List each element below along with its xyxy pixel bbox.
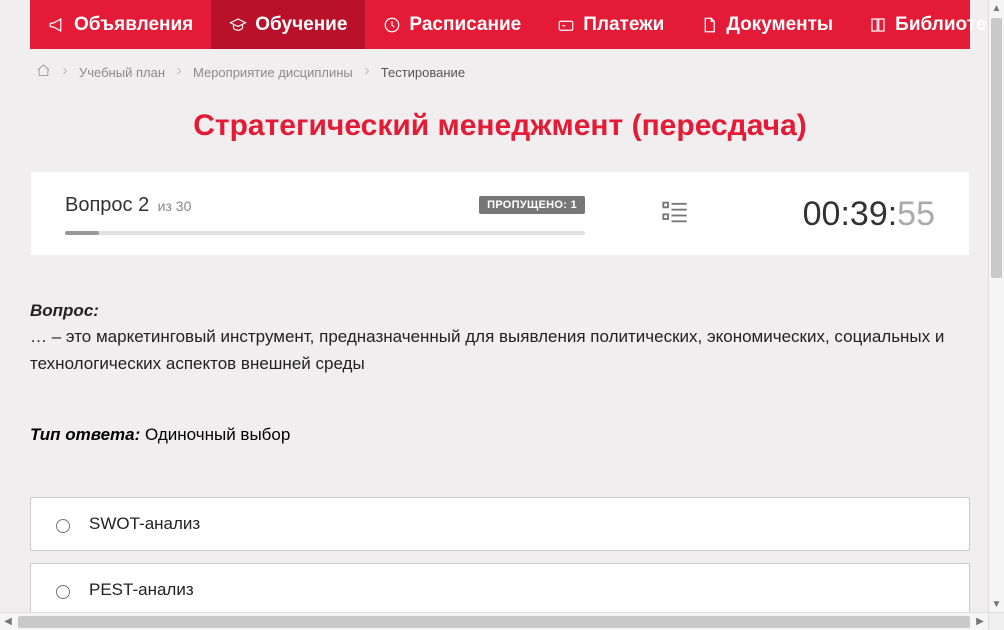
nav-item-payments[interactable]: Платежи <box>539 0 682 49</box>
progress-fill <box>65 231 99 235</box>
scrollbar-corner <box>988 612 1004 630</box>
scroll-down-arrow[interactable]: ▼ <box>989 596 1004 612</box>
skipped-badge: ПРОПУЩЕНО: 1 <box>479 196 585 214</box>
main-nav: Объявления Обучение Расписание Платежи <box>30 0 970 49</box>
clock-icon <box>383 16 401 34</box>
breadcrumb-current: Тестирование <box>381 65 465 80</box>
library-icon <box>869 16 887 34</box>
scroll-up-arrow[interactable]: ▲ <box>989 0 1004 16</box>
horizontal-scrollbar[interactable]: ◀ ▶ <box>0 612 988 630</box>
nav-label: Обучение <box>255 14 347 36</box>
chevron-right-icon <box>173 65 185 80</box>
answer-option-text: PEST-анализ <box>89 580 194 600</box>
answer-option[interactable]: SWOT-анализ <box>30 497 970 551</box>
nav-item-education[interactable]: Обучение <box>211 0 365 49</box>
home-icon[interactable] <box>36 63 51 81</box>
nav-label: Расписание <box>409 14 521 36</box>
nav-label: Библиотека <box>895 14 1000 36</box>
question-label: Вопрос: <box>30 301 99 320</box>
megaphone-icon <box>48 16 66 34</box>
answer-radio[interactable] <box>56 585 70 599</box>
timer-seconds: 55 <box>897 195 935 233</box>
nav-label: Документы <box>726 14 833 36</box>
nav-label: Платежи <box>583 14 664 36</box>
page-title: Стратегический менеджмент (пересдача) <box>30 109 970 143</box>
question-list-icon[interactable] <box>660 198 690 231</box>
answer-type-label: Тип ответа: <box>30 425 140 444</box>
question-text: … – это маркетинговый инструмент, предна… <box>30 324 970 377</box>
answer-type: Тип ответа: Одиночный выбор <box>30 425 970 445</box>
answer-option[interactable]: PEST-анализ <box>30 563 970 612</box>
document-icon <box>700 16 718 34</box>
scroll-thumb[interactable] <box>991 18 1002 278</box>
breadcrumb-link[interactable]: Учебный план <box>79 65 165 80</box>
chevron-right-icon <box>59 65 71 80</box>
timer-main: 00:39: <box>803 195 898 233</box>
timer: 00:39:55 <box>803 195 935 234</box>
breadcrumb-link[interactable]: Мероприятие дисциплины <box>193 65 353 80</box>
scroll-left-arrow[interactable]: ◀ <box>0 616 16 627</box>
question-body: Вопрос: … – это маркетинговый инструмент… <box>30 298 970 377</box>
vertical-scrollbar[interactable]: ▲ ▼ <box>988 0 1004 612</box>
scroll-thumb[interactable] <box>18 616 970 628</box>
answer-radio[interactable] <box>56 519 70 533</box>
breadcrumb: Учебный план Мероприятие дисциплины Тест… <box>30 49 970 91</box>
scroll-right-arrow[interactable]: ▶ <box>972 616 988 627</box>
chevron-right-icon <box>361 65 373 80</box>
question-number: Вопрос 2 <box>65 194 149 217</box>
nav-item-announcements[interactable]: Объявления <box>30 0 211 49</box>
answer-type-value: Одиночный выбор <box>145 425 290 444</box>
answer-option-text: SWOT-анализ <box>89 514 200 534</box>
question-total: из 30 <box>158 198 192 214</box>
question-panel: Вопрос 2 из 30 ПРОПУЩЕНО: 1 00:39:5 <box>30 171 970 256</box>
nav-label: Объявления <box>74 14 193 36</box>
options-list: SWOT-анализ PEST-анализ <box>30 497 970 612</box>
nav-item-documents[interactable]: Документы <box>682 0 851 49</box>
nav-item-schedule[interactable]: Расписание <box>365 0 539 49</box>
nav-item-library[interactable]: Библиотека <box>851 0 1000 49</box>
progress-bar <box>65 231 585 235</box>
payment-icon <box>557 16 575 34</box>
graduation-cap-icon <box>229 16 247 34</box>
